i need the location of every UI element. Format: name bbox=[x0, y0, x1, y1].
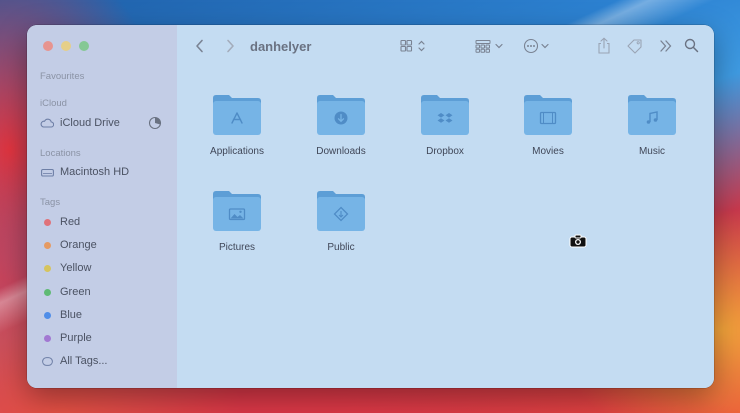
minimize-button[interactable] bbox=[61, 41, 71, 51]
forward-button[interactable] bbox=[225, 39, 235, 53]
folder-icon bbox=[626, 93, 678, 142]
icloud-header: iCloud bbox=[40, 98, 67, 109]
sidebar: Favourites iCloud iCloud Drive Locations… bbox=[27, 25, 177, 388]
sidebar-item-label: Orange bbox=[60, 239, 97, 251]
folder-label: Music bbox=[638, 146, 666, 157]
chevron-right-icon bbox=[227, 39, 234, 53]
search-icon bbox=[684, 38, 699, 53]
folder-icon bbox=[419, 93, 471, 142]
group-by-button[interactable] bbox=[475, 39, 507, 53]
sidebar-tag-blue[interactable]: Blue bbox=[40, 306, 170, 324]
storage-pie-icon[interactable] bbox=[148, 116, 162, 133]
tag-icon bbox=[627, 39, 642, 54]
double-chevron-right-icon bbox=[660, 40, 672, 52]
share-icon bbox=[598, 37, 610, 54]
folder-item[interactable]: Public bbox=[301, 189, 381, 253]
hard-drive-icon bbox=[40, 168, 54, 177]
tag-dot-icon bbox=[43, 288, 51, 296]
camera-cursor-icon bbox=[569, 234, 587, 253]
sidebar-tag-purple[interactable]: Purple bbox=[40, 329, 170, 347]
tag-dot-icon bbox=[43, 334, 51, 342]
group-grid-icon bbox=[475, 40, 491, 53]
chevron-left-icon bbox=[196, 39, 203, 53]
finder-window: Favourites iCloud iCloud Drive Locations… bbox=[27, 25, 714, 388]
folder-label: Applications bbox=[210, 146, 264, 157]
folder-item[interactable]: Music bbox=[612, 93, 692, 157]
folder-item[interactable]: Pictures bbox=[197, 189, 277, 253]
tag-button[interactable] bbox=[626, 38, 644, 54]
folder-item[interactable]: Downloads bbox=[301, 93, 381, 157]
zoom-button[interactable] bbox=[79, 41, 89, 51]
sidebar-item-label: Green bbox=[60, 286, 91, 298]
sidebar-item-label: iCloud Drive bbox=[60, 117, 120, 129]
view-mode-button[interactable] bbox=[400, 39, 432, 53]
sidebar-item-label: Yellow bbox=[60, 262, 92, 274]
tag-outline-icon bbox=[40, 356, 54, 366]
action-menu-button[interactable] bbox=[523, 38, 555, 54]
tags-header: Tags bbox=[40, 197, 61, 208]
search-button[interactable] bbox=[684, 38, 699, 53]
window-controls bbox=[43, 41, 89, 51]
sidebar-item-label: Red bbox=[60, 216, 81, 228]
cloud-icon bbox=[40, 118, 54, 128]
sidebar-item-icloud-drive[interactable]: iCloud Drive bbox=[40, 114, 170, 132]
tag-dot-icon bbox=[43, 241, 51, 249]
content-area: danhelyer Applications Downloads Dropbox… bbox=[177, 25, 714, 388]
folder-icon bbox=[211, 93, 263, 142]
close-button[interactable] bbox=[43, 41, 53, 51]
folder-label: Public bbox=[327, 242, 355, 253]
sidebar-item-label: Purple bbox=[60, 332, 92, 344]
locations-header: Locations bbox=[40, 148, 81, 159]
sidebar-item-label: All Tags... bbox=[60, 355, 108, 367]
favourites-header: Favourites bbox=[40, 71, 85, 82]
folder-item[interactable]: Applications bbox=[197, 93, 277, 157]
folder-icon bbox=[315, 189, 367, 238]
sidebar-tag-red[interactable]: Red bbox=[40, 213, 170, 231]
sidebar-item-label: Macintosh HD bbox=[60, 166, 130, 178]
folder-icon bbox=[315, 93, 367, 142]
sidebar-tag-green[interactable]: Green bbox=[40, 283, 170, 301]
folder-label: Pictures bbox=[218, 242, 256, 253]
sidebar-tag-yellow[interactable]: Yellow bbox=[40, 259, 170, 277]
sidebar-item-label: Blue bbox=[60, 309, 83, 321]
tag-dot-icon bbox=[43, 311, 51, 319]
back-button[interactable] bbox=[195, 39, 205, 53]
folder-item[interactable]: Dropbox bbox=[405, 93, 485, 157]
folder-icon bbox=[522, 93, 574, 142]
folder-label: Downloads bbox=[316, 146, 366, 157]
tag-dot-icon bbox=[43, 218, 51, 226]
ellipsis-circle-icon bbox=[523, 38, 539, 54]
icon-view-grid-icon bbox=[400, 39, 413, 52]
sidebar-item-macintosh-hd[interactable]: Macintosh HD bbox=[40, 163, 170, 181]
window-title: danhelyer bbox=[250, 39, 312, 54]
tag-dot-icon bbox=[43, 264, 51, 272]
sidebar-item-all-tags[interactable]: All Tags... bbox=[40, 352, 170, 370]
more-toolbar-button[interactable] bbox=[659, 39, 673, 53]
sidebar-tag-orange[interactable]: Orange bbox=[40, 236, 170, 254]
folder-item[interactable]: Movies bbox=[508, 93, 588, 157]
folder-label: Movies bbox=[532, 146, 564, 157]
share-button[interactable] bbox=[596, 37, 612, 55]
folder-icon bbox=[211, 189, 263, 238]
folder-label: Dropbox bbox=[426, 146, 464, 157]
